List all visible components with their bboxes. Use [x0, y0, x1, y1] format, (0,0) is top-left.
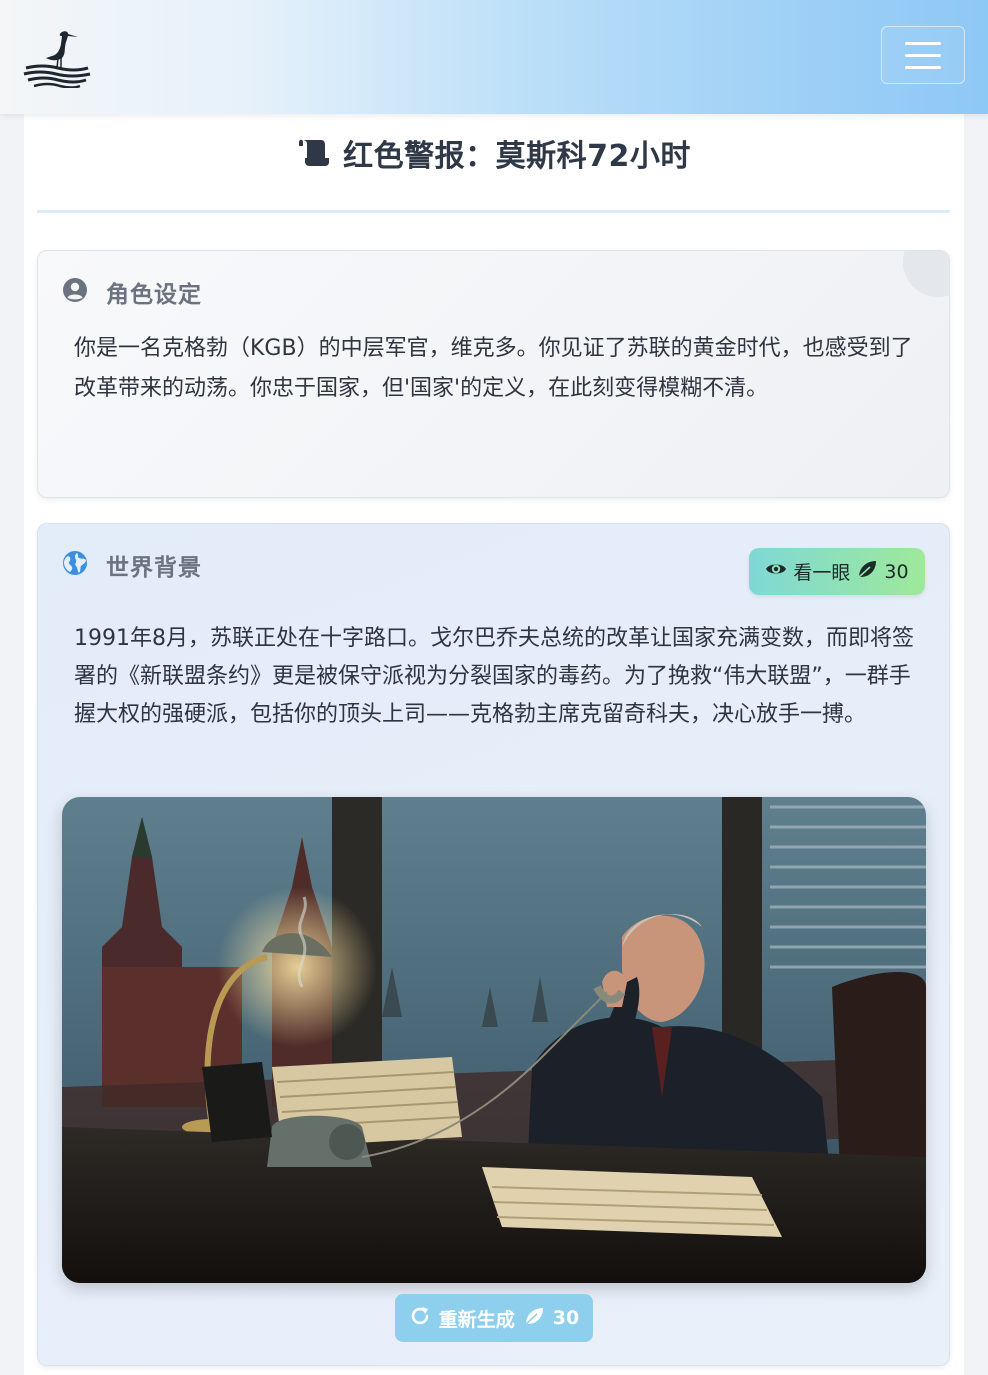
globe-icon: [62, 550, 88, 580]
role-card-heading: 角色设定: [106, 282, 202, 308]
top-navbar: [0, 0, 988, 114]
leaf-icon: [856, 558, 878, 585]
heron-logo[interactable]: [22, 28, 92, 89]
corner-decoration: [903, 251, 949, 297]
world-description: 1991年8月，苏联正处在十字路口。戈尔巴乔夫总统的改革让国家充满变数，而即将签…: [74, 626, 914, 727]
role-card: 角色设定 你是一名克格勃（KGB）的中层军官，维克多。你见证了苏联的黄金时代，也…: [37, 250, 950, 498]
peek-button-label: 看一眼: [793, 562, 851, 584]
regenerate-button-cost: 30: [552, 1307, 580, 1329]
role-card-header: 角色设定: [62, 275, 202, 309]
world-card-header: 世界背景: [62, 548, 202, 582]
page-title-row: 红色警报：莫斯科72小时: [24, 128, 964, 178]
peek-button[interactable]: 看一眼 30: [749, 548, 925, 595]
hamburger-icon-bar: [905, 53, 941, 57]
refresh-icon: [409, 1305, 431, 1332]
world-background-card: 世界背景 看一眼 30 1991年8月，苏联正处在十字路口。戈尔巴乔夫总统的改革…: [37, 523, 950, 1366]
scroll-icon: [297, 138, 331, 168]
peek-button-cost: 30: [884, 560, 909, 583]
eye-icon: [765, 558, 787, 585]
hamburger-icon-bar: [905, 65, 941, 69]
world-card-heading: 世界背景: [106, 555, 202, 581]
hamburger-icon-bar: [905, 41, 941, 45]
role-description: 你是一名克格勃（KGB）的中层军官，维克多。你见证了苏联的黄金时代，也感受到了改…: [74, 336, 913, 401]
title-divider: [37, 210, 950, 213]
hamburger-menu-button[interactable]: [881, 26, 965, 84]
page-title: 红色警报：莫斯科72小时: [343, 139, 691, 174]
leaf-icon: [523, 1305, 545, 1332]
regenerate-button[interactable]: 重新生成 30: [395, 1294, 593, 1342]
kgb-officer-office-scene: [62, 797, 926, 1283]
user-circle-icon: [62, 277, 88, 307]
regenerate-button-label: 重新生成: [438, 1308, 515, 1331]
